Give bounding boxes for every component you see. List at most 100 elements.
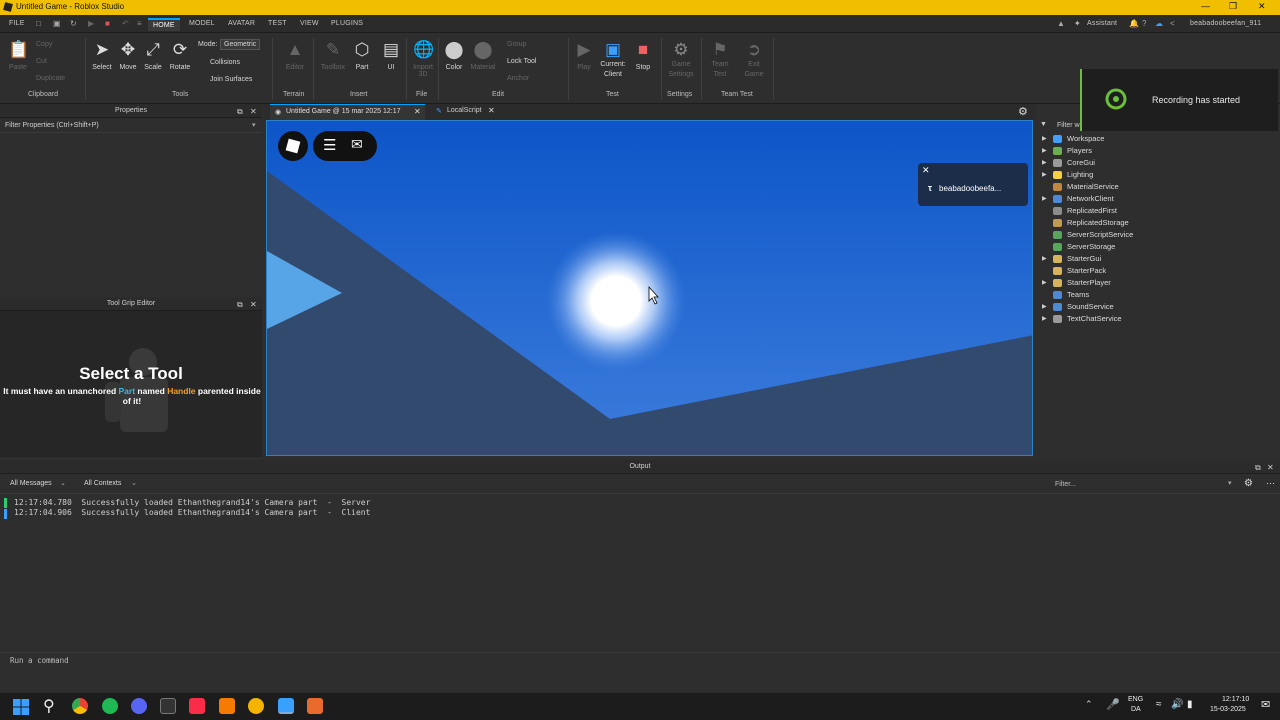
output-close-icon[interactable]: ✕ bbox=[1267, 463, 1274, 472]
clock-date[interactable]: 15-03-2025 bbox=[1210, 706, 1246, 713]
language-primary[interactable]: ENG bbox=[1128, 696, 1143, 703]
weather-icon[interactable] bbox=[248, 698, 264, 714]
collapse-ribbon-icon[interactable]: ▲ bbox=[1057, 19, 1065, 28]
assistant-button[interactable]: Assistant bbox=[1087, 20, 1117, 27]
play-quick-icon[interactable]: ▶ bbox=[88, 19, 96, 28]
copy-button[interactable]: Copy bbox=[36, 41, 52, 48]
command-bar[interactable]: Run a command bbox=[0, 652, 1280, 666]
player-name[interactable]: beabadoobeefa... bbox=[939, 184, 1001, 193]
fl-studio-icon[interactable] bbox=[219, 698, 235, 714]
help-icon[interactable]: ? bbox=[1142, 19, 1150, 28]
tab-home[interactable]: HOME bbox=[148, 18, 180, 31]
expand-arrow-icon[interactable]: ▶ bbox=[1042, 253, 1050, 265]
epic-games-icon[interactable] bbox=[160, 698, 176, 714]
expand-arrow-icon[interactable]: ▶ bbox=[1042, 133, 1050, 145]
tab-localscript[interactable]: ✎ LocalScript ✕ bbox=[431, 104, 503, 120]
minimize-icon[interactable]: — bbox=[1201, 1, 1210, 11]
undock-icon[interactable]: ⧉ bbox=[237, 300, 243, 310]
tab-plugins[interactable]: PLUGINS bbox=[331, 20, 363, 27]
game-viewport[interactable]: ☰ ✉ ✕ τ beabadoobeefa... bbox=[266, 120, 1033, 456]
stop-button[interactable]: ■ Stop bbox=[630, 40, 656, 71]
cut-button[interactable]: Cut bbox=[36, 58, 47, 65]
search-icon[interactable]: ⚲ bbox=[43, 696, 55, 716]
more-options-icon[interactable]: ⋯ bbox=[1266, 478, 1275, 489]
messages-filter-dropdown[interactable]: All Messages bbox=[10, 480, 52, 487]
play-button[interactable]: ▶ Play bbox=[571, 40, 597, 71]
maximize-icon[interactable]: ❐ bbox=[1229, 1, 1237, 12]
windows-start-icon[interactable] bbox=[13, 699, 29, 715]
battery-icon[interactable]: ▮ bbox=[1187, 699, 1193, 710]
collisions-toggle[interactable]: Collisions bbox=[210, 59, 240, 66]
contexts-filter-dropdown[interactable]: All Contexts bbox=[84, 480, 121, 487]
redo-icon[interactable]: ↻ bbox=[70, 19, 78, 28]
properties-filter[interactable]: Filter Properties (Ctrl+Shift+P) ▾ bbox=[0, 119, 262, 133]
duplicate-button[interactable]: Duplicate bbox=[36, 75, 65, 82]
terrain-editor-button[interactable]: ▲ Editor bbox=[282, 40, 308, 71]
recorder-icon[interactable] bbox=[307, 698, 323, 714]
close-tab-icon[interactable]: ✕ bbox=[488, 106, 495, 115]
part-button[interactable]: ⬡ Part bbox=[350, 40, 374, 71]
assistant-icon[interactable]: ✦ bbox=[1074, 19, 1082, 28]
expand-arrow-icon[interactable]: ▶ bbox=[1042, 169, 1050, 181]
expand-arrow-icon[interactable]: ▶ bbox=[1042, 313, 1050, 325]
import-3d-button[interactable]: 🌐 Import 3D bbox=[409, 40, 437, 78]
notification-center-icon[interactable]: ✉ bbox=[1261, 698, 1270, 711]
chevron-down-icon[interactable]: ⌄ bbox=[131, 479, 137, 487]
tab-view[interactable]: VIEW bbox=[300, 20, 319, 27]
game-settings-button[interactable]: ⚙ Game Settings bbox=[665, 40, 697, 80]
chat-icon[interactable]: ✉ bbox=[351, 136, 363, 153]
tool-grip-close-icon[interactable]: ✕ bbox=[250, 300, 257, 309]
close-tab-icon[interactable]: ✕ bbox=[414, 107, 421, 116]
clear-output-icon[interactable]: ⚙ bbox=[1244, 478, 1253, 489]
move-button[interactable]: ✥ Move bbox=[116, 40, 140, 71]
tab-test[interactable]: TEST bbox=[268, 20, 287, 27]
clock-time[interactable]: 12:17:10 bbox=[1222, 696, 1249, 703]
language-secondary[interactable]: DA bbox=[1131, 706, 1141, 713]
team-test-button[interactable]: ⚑ Team Test bbox=[706, 40, 734, 80]
group-button[interactable]: Group bbox=[507, 41, 526, 48]
ui-button[interactable]: ▤ UI bbox=[379, 40, 403, 71]
stop-quick-icon[interactable]: ■ bbox=[105, 19, 113, 28]
paste-button[interactable]: 📋 Paste bbox=[6, 40, 30, 71]
tab-avatar[interactable]: AVATAR bbox=[228, 20, 255, 27]
mode-dropdown[interactable]: Geometric bbox=[220, 39, 261, 50]
tray-expand-icon[interactable]: ⌃ bbox=[1085, 699, 1093, 710]
scale-button[interactable]: ⤢ Scale bbox=[141, 40, 165, 71]
output-filter-input[interactable]: Filter... bbox=[1055, 481, 1076, 488]
dropdown-icon[interactable]: ▾ bbox=[1228, 479, 1232, 487]
exit-game-button[interactable]: ➲ Exit Game bbox=[740, 40, 768, 80]
properties-close-icon[interactable]: ✕ bbox=[250, 107, 257, 116]
chrome-icon[interactable] bbox=[72, 698, 88, 714]
close-player-list-icon[interactable]: ✕ bbox=[922, 165, 930, 176]
roblox-menu-button[interactable] bbox=[278, 131, 308, 161]
tab-game-document[interactable]: ◉ Untitled Game @ 15 mar 2025 12:17 ✕ bbox=[270, 104, 425, 120]
anchor-button[interactable]: Anchor bbox=[507, 75, 529, 82]
cloud-icon[interactable]: ☁ bbox=[1155, 19, 1163, 28]
select-button[interactable]: ➤ Select bbox=[90, 40, 114, 71]
hamburger-menu-icon[interactable]: ☰ bbox=[323, 136, 336, 154]
lock-tool-button[interactable]: Lock Tool bbox=[507, 58, 536, 65]
join-surfaces-toggle[interactable]: Join Surfaces bbox=[210, 76, 252, 83]
gear-icon[interactable]: ⚙ bbox=[1018, 105, 1028, 118]
command-input[interactable]: Run a command bbox=[10, 656, 69, 665]
undo-icon[interactable]: ↶ bbox=[122, 19, 130, 28]
volume-icon[interactable]: 🔊 bbox=[1171, 699, 1183, 710]
discord-icon[interactable] bbox=[131, 698, 147, 714]
username[interactable]: beabadoobeefan_911 bbox=[1190, 20, 1261, 27]
share-icon[interactable]: < bbox=[1170, 19, 1178, 28]
undock-icon[interactable]: ⧉ bbox=[1255, 463, 1261, 473]
file-menu[interactable]: FILE bbox=[9, 20, 25, 27]
expand-arrow-icon[interactable]: ▶ bbox=[1042, 145, 1050, 157]
notifications-icon[interactable]: 🔔 bbox=[1129, 19, 1139, 28]
save-icon[interactable]: ▣ bbox=[53, 19, 61, 28]
tab-model[interactable]: MODEL bbox=[189, 20, 215, 27]
undock-icon[interactable]: ⧉ bbox=[237, 107, 243, 117]
current-client-button[interactable]: ▣ Current: Client bbox=[597, 40, 629, 80]
color-button[interactable]: ⬤ Color bbox=[441, 40, 467, 71]
expand-arrow-icon[interactable]: ▶ bbox=[1042, 157, 1050, 169]
roblox-studio-taskbar-icon[interactable] bbox=[278, 698, 294, 714]
expand-arrow-icon[interactable]: ▶ bbox=[1042, 301, 1050, 313]
close-icon[interactable]: ✕ bbox=[1258, 1, 1266, 12]
more-icon[interactable]: ≡ bbox=[137, 19, 145, 28]
new-file-icon[interactable]: □ bbox=[36, 19, 44, 28]
